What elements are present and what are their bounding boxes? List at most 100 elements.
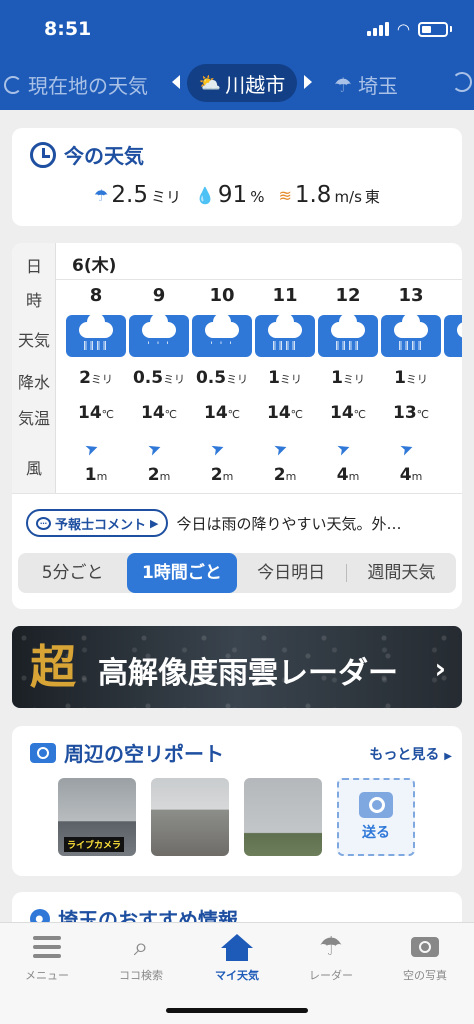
heavy-rain-icon: ‖‖‖‖ (255, 313, 315, 357)
forecaster-comment-label: 予報士コメント (55, 517, 147, 533)
hourly-forecast-card: 日 時 天気 降水 気温 風 6(木) 8 ‖‖‖‖ 2ミリ 14℃ ➤ 1m … (12, 243, 462, 609)
hour-label: 8 (89, 285, 103, 306)
rain-cloud-icon: ☂ (94, 185, 109, 205)
send-photo-button[interactable]: 送る (337, 778, 415, 856)
tab-hourly[interactable]: 1時間ごと (127, 553, 237, 593)
speech-bubble-icon: … (36, 516, 51, 530)
heavy-rain-icon: ‖‖‖‖ (444, 315, 462, 357)
hour-column: 12 ‖‖‖‖ 1ミリ 14℃ ➤ 4m (317, 243, 379, 493)
send-photo-label: 送る (362, 825, 390, 841)
current-weather-title: 今の天気 (30, 140, 144, 169)
location-next[interactable]: ☂ 埼玉 (334, 70, 398, 99)
divider (12, 493, 462, 494)
current-weather-card: 今の天気 ☂ 2.5 ミリ 💧 91 % ≋ 1.8 m/s 東 (12, 128, 462, 226)
sky-photo-thumbnail[interactable] (151, 778, 229, 856)
tab-today-tomorrow[interactable]: 今日明日 (237, 553, 346, 593)
search-icon: ⌕ (133, 931, 149, 962)
precip-value: 1ミリ (268, 368, 302, 388)
temp-value: 14℃ (203, 403, 241, 423)
signal-icon (366, 22, 389, 36)
hour-label: 12 (335, 285, 361, 306)
tab-sky-photos[interactable]: 空の写真 (378, 931, 472, 983)
temp-value: 14℃ (329, 403, 367, 423)
location-prev-label: 現在地の天気 (28, 74, 148, 98)
tab-radar[interactable]: ☂ レーダー (284, 931, 378, 983)
hour-column: 11 ‖‖‖‖ 1ミリ 14℃ ➤ 2m (254, 243, 316, 493)
hourly-grid[interactable]: 日 時 天気 降水 気温 風 6(木) 8 ‖‖‖‖ 2ミリ 14℃ ➤ 1m … (12, 243, 462, 493)
hour-column: 1 ‖‖‖‖ 2 13 (443, 243, 462, 493)
wind-now-value: 1.8 (294, 182, 332, 208)
precip-value: 1ミリ (331, 368, 365, 388)
menu-icon (33, 936, 61, 958)
camera-icon (359, 792, 393, 818)
status-bar: 8:51 ◠ (0, 0, 474, 56)
precip-value: 1ミリ (394, 368, 428, 388)
umbrella-icon: ☂ (334, 72, 352, 97)
precip-now-unit: ミリ (150, 188, 181, 206)
tab-my-weather[interactable]: マイ天気 (190, 931, 284, 983)
wind-now-direction: 東 (364, 188, 380, 206)
location-current[interactable]: ⛅ 川越市 (187, 64, 297, 102)
more-link[interactable]: もっと見る ▶ (369, 744, 452, 764)
tab-5min[interactable]: 5分ごと (18, 553, 127, 593)
tab-sky-photos-label: 空の写真 (403, 969, 447, 982)
row-label-temp: 気温 (17, 409, 50, 428)
tab-menu[interactable]: メニュー (0, 931, 94, 983)
heavy-rain-icon: ‖‖‖‖ (318, 313, 378, 357)
rain-icon: ' ' ' (192, 313, 252, 357)
location-current-label: 川越市 (225, 72, 286, 97)
sky-photo-thumbnail[interactable]: ライブカメラ (58, 778, 136, 856)
wind-value: 2m (147, 465, 171, 485)
wind-value: 2m (273, 465, 297, 485)
hour-label: 11 (272, 285, 298, 306)
system-icons: ◠ (366, 20, 452, 38)
wind-now-unit: m/s (334, 188, 362, 206)
tab-weekly[interactable]: 週間天気 (347, 553, 456, 593)
camera-icon (30, 742, 56, 763)
status-time: 8:51 (44, 18, 92, 40)
chevron-right-icon: › (434, 652, 446, 685)
precip-value: 2 (443, 368, 462, 388)
tab-my-weather-label: マイ天気 (215, 969, 259, 982)
sky-report-title: 周辺の空リポート (30, 738, 224, 767)
rain-radar-banner[interactable]: 超 高解像度雨雲レーダー › (12, 626, 462, 708)
tab-radar-label: レーダー (309, 969, 353, 982)
row-label-day: 日 (25, 257, 42, 276)
banner-text: 高解像度雨雲レーダー (98, 656, 398, 691)
location-prev[interactable]: 現在地の天気 (4, 70, 148, 99)
wind-icon: ≋ (278, 185, 292, 205)
location-nav: 現在地の天気 ⛅ 川越市 ☂ 埼玉 (0, 62, 474, 106)
tab-search[interactable]: ⌕ ココ検索 (94, 931, 188, 983)
hour-column: 9 ' ' ' 0.5ミリ 14℃ ➤ 2m (128, 243, 190, 493)
row-label-wind: 風 (25, 459, 42, 478)
temp-value: 13℃ (392, 403, 430, 423)
arrow-right-icon[interactable] (304, 75, 312, 89)
more-link-label: もっと見る (369, 747, 440, 763)
wind-direction-icon: ➤ (145, 437, 165, 460)
current-values: ☂ 2.5 ミリ 💧 91 % ≋ 1.8 m/s 東 (12, 182, 462, 208)
wind-direction-icon: ➤ (208, 437, 228, 460)
forecaster-comment-button[interactable]: … 予報士コメント ▶ (26, 509, 169, 537)
home-indicator (166, 1008, 308, 1013)
typhoon-icon[interactable] (452, 72, 472, 92)
rain-icon: ' ' ' (129, 313, 189, 357)
sky-report-card: 周辺の空リポート もっと見る ▶ ライブカメラ 送る (12, 726, 462, 876)
wind-direction-icon: ➤ (271, 437, 291, 460)
row-label-precip: 降水 (17, 373, 50, 392)
wind-direction-icon: ➤ (334, 437, 354, 460)
arrow-left-icon[interactable] (172, 75, 180, 89)
current-weather-title-text: 今の天気 (64, 144, 144, 168)
chevron-right-icon: ▶ (444, 751, 452, 762)
app-header: 8:51 ◠ 現在地の天気 ⛅ 川越市 ☂ 埼玉 (0, 0, 474, 110)
temp-value: 13 (443, 403, 462, 423)
wind-value: 1m (84, 465, 108, 485)
banner-super-text: 超 (30, 640, 76, 694)
temp-value: 14℃ (77, 403, 115, 423)
chevron-right-icon: ▶ (150, 516, 159, 530)
sky-report-title-text: 周辺の空リポート (64, 742, 224, 766)
forecaster-comment-text[interactable]: 今日は雨の降りやすい天気。外… (176, 513, 438, 534)
battery-tip (450, 26, 452, 32)
tab-menu-label: メニュー (25, 969, 69, 982)
sky-photo-thumbnail[interactable] (244, 778, 322, 856)
wind-value: 4m (336, 465, 360, 485)
